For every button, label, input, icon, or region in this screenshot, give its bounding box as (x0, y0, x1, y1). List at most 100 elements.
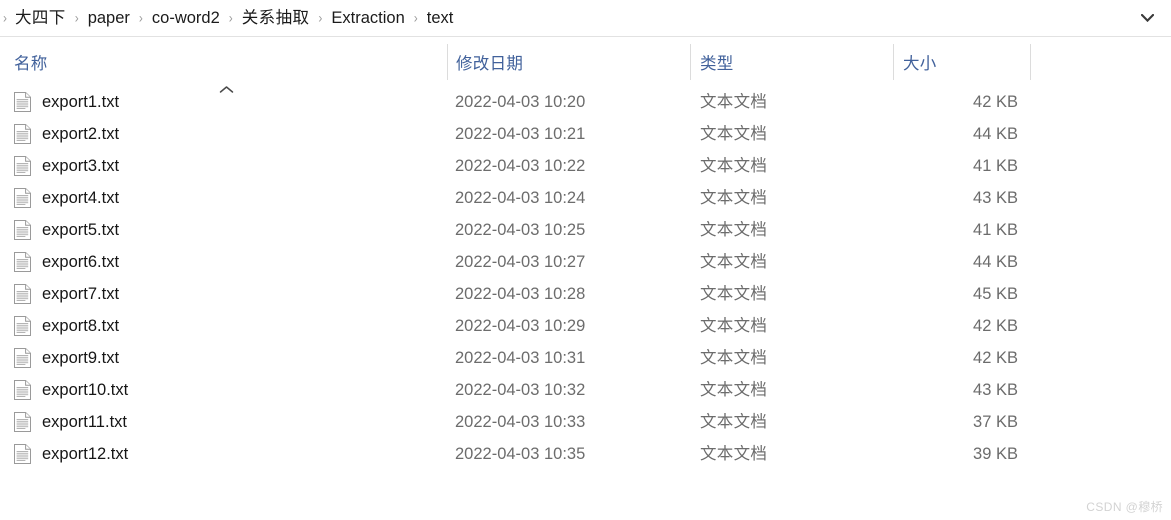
file-size: 43 KB (973, 188, 1018, 207)
file-type: 文本文档 (700, 92, 768, 111)
file-name-cell[interactable]: export2.txt (14, 118, 119, 150)
file-date-modified: 2022-04-03 10:22 (455, 156, 586, 175)
file-name-cell[interactable]: export3.txt (14, 150, 119, 182)
file-row[interactable]: export8.txt 2022-04-03 10:29 文本文档 42 KB (0, 310, 1171, 342)
file-name-cell[interactable]: export4.txt (14, 182, 119, 214)
file-name-label: export7.txt (42, 284, 120, 303)
file-row[interactable]: export1.txt 2022-04-03 10:20 文本文档 42 KB (0, 86, 1171, 118)
breadcrumb-item[interactable]: 关系抽取 (240, 7, 312, 30)
file-size: 42 KB (973, 316, 1018, 335)
file-type: 文本文档 (700, 220, 768, 239)
file-date-modified: 2022-04-03 10:24 (455, 188, 586, 207)
column-header-size-label: 大小 (903, 55, 937, 73)
file-row[interactable]: export7.txt 2022-04-03 10:28 文本文档 45 KB (0, 278, 1171, 310)
file-type: 文本文档 (700, 188, 768, 207)
file-name-cell[interactable]: export5.txt (14, 214, 119, 246)
column-header-date-modified-label: 修改日期 (456, 55, 524, 73)
file-type: 文本文档 (700, 380, 768, 399)
breadcrumb-item[interactable]: co-word2 (150, 7, 222, 30)
breadcrumb-separator-icon: › (318, 9, 323, 27)
file-date-modified: 2022-04-03 10:32 (455, 380, 586, 399)
file-row[interactable]: export10.txt 2022-04-03 10:32 文本文档 43 KB (0, 374, 1171, 406)
file-type: 文本文档 (700, 348, 768, 367)
file-row[interactable]: export6.txt 2022-04-03 10:27 文本文档 44 KB (0, 246, 1171, 278)
file-name-label: export10.txt (42, 380, 129, 399)
file-date-modified: 2022-04-03 10:25 (455, 220, 586, 239)
column-divider-date-type[interactable] (690, 44, 691, 80)
file-name-label: export4.txt (42, 188, 120, 207)
chevron-down-icon[interactable] (1129, 0, 1165, 37)
file-name-label: export1.txt (42, 92, 120, 111)
file-row[interactable]: export4.txt 2022-04-03 10:24 文本文档 43 KB (0, 182, 1171, 214)
column-divider-size-end[interactable] (1030, 44, 1031, 80)
file-date-modified: 2022-04-03 10:28 (455, 284, 586, 303)
file-name-label: export9.txt (42, 348, 120, 367)
file-name-label: export2.txt (42, 124, 120, 143)
address-bar[interactable]: › 大四下 › paper › co-word2 › 关系抽取 › Extraction › text (0, 0, 1171, 37)
file-name-cell[interactable]: export11.txt (14, 406, 127, 438)
text-file-icon (14, 252, 31, 272)
file-name-cell[interactable]: export8.txt (14, 310, 119, 342)
file-type: 文本文档 (700, 252, 768, 271)
text-file-icon (14, 348, 31, 368)
file-type: 文本文档 (700, 444, 768, 463)
column-header-size[interactable]: 大小 (903, 38, 1030, 86)
file-name-label: export11.txt (42, 412, 127, 431)
column-divider-name-date[interactable] (447, 44, 448, 80)
breadcrumb[interactable]: › 大四下 › paper › co-word2 › 关系抽取 › Extraction › text (0, 0, 1129, 36)
file-name-label: export3.txt (42, 156, 120, 175)
file-date-modified: 2022-04-03 10:20 (455, 92, 586, 111)
watermark: CSDN @穆桥 (1086, 500, 1163, 514)
breadcrumb-separator-icon: › (3, 9, 7, 27)
column-divider-type-size[interactable] (893, 44, 894, 80)
file-date-modified: 2022-04-03 10:31 (455, 348, 586, 367)
file-size: 41 KB (973, 220, 1018, 239)
column-header-name[interactable]: 名称 (14, 38, 447, 86)
file-name-label: export6.txt (42, 252, 120, 271)
file-date-modified: 2022-04-03 10:33 (455, 412, 586, 431)
text-file-icon (14, 188, 31, 208)
file-name-cell[interactable]: export10.txt (14, 374, 128, 406)
file-size: 37 KB (973, 412, 1018, 431)
file-row[interactable]: export9.txt 2022-04-03 10:31 文本文档 42 KB (0, 342, 1171, 374)
text-file-icon (14, 380, 31, 400)
file-size: 39 KB (973, 444, 1018, 463)
file-name-label: export12.txt (42, 444, 129, 463)
breadcrumb-separator-icon: › (413, 9, 418, 27)
file-size: 45 KB (973, 284, 1018, 303)
file-size: 41 KB (973, 156, 1018, 175)
text-file-icon (14, 316, 31, 336)
text-file-icon (14, 412, 31, 432)
breadcrumb-item[interactable]: Extraction (329, 7, 406, 30)
file-name-cell[interactable]: export1.txt (14, 86, 119, 118)
file-name-cell[interactable]: export9.txt (14, 342, 119, 374)
file-list[interactable]: export1.txt 2022-04-03 10:20 文本文档 42 KB expo… (0, 86, 1171, 470)
text-file-icon (14, 220, 31, 240)
text-file-icon (14, 92, 31, 112)
file-size: 44 KB (973, 124, 1018, 143)
breadcrumb-item[interactable]: paper (86, 7, 132, 30)
file-type: 文本文档 (700, 156, 768, 175)
file-row[interactable]: export2.txt 2022-04-03 10:21 文本文档 44 KB (0, 118, 1171, 150)
file-size: 42 KB (973, 92, 1018, 111)
breadcrumb-item[interactable]: text (425, 7, 456, 30)
file-name-cell[interactable]: export6.txt (14, 246, 119, 278)
file-type: 文本文档 (700, 284, 768, 303)
text-file-icon (14, 284, 31, 304)
column-header-type-label: 类型 (700, 55, 734, 73)
file-row[interactable]: export11.txt 2022-04-03 10:33 文本文档 37 KB (0, 406, 1171, 438)
breadcrumb-separator-icon: › (228, 9, 233, 27)
column-header-name-label: 名称 (14, 55, 48, 73)
file-row[interactable]: export3.txt 2022-04-03 10:22 文本文档 41 KB (0, 150, 1171, 182)
column-header-type[interactable]: 类型 (700, 38, 893, 86)
file-type: 文本文档 (700, 316, 768, 335)
file-date-modified: 2022-04-03 10:27 (455, 252, 586, 271)
file-size: 44 KB (973, 252, 1018, 271)
breadcrumb-item[interactable]: 大四下 (13, 7, 68, 30)
column-header-date-modified[interactable]: 修改日期 (456, 38, 690, 86)
file-row[interactable]: export5.txt 2022-04-03 10:25 文本文档 41 KB (0, 214, 1171, 246)
file-row[interactable]: export12.txt 2022-04-03 10:35 文本文档 39 KB (0, 438, 1171, 470)
file-date-modified: 2022-04-03 10:21 (455, 124, 586, 143)
file-name-cell[interactable]: export7.txt (14, 278, 119, 310)
file-name-cell[interactable]: export12.txt (14, 438, 128, 470)
